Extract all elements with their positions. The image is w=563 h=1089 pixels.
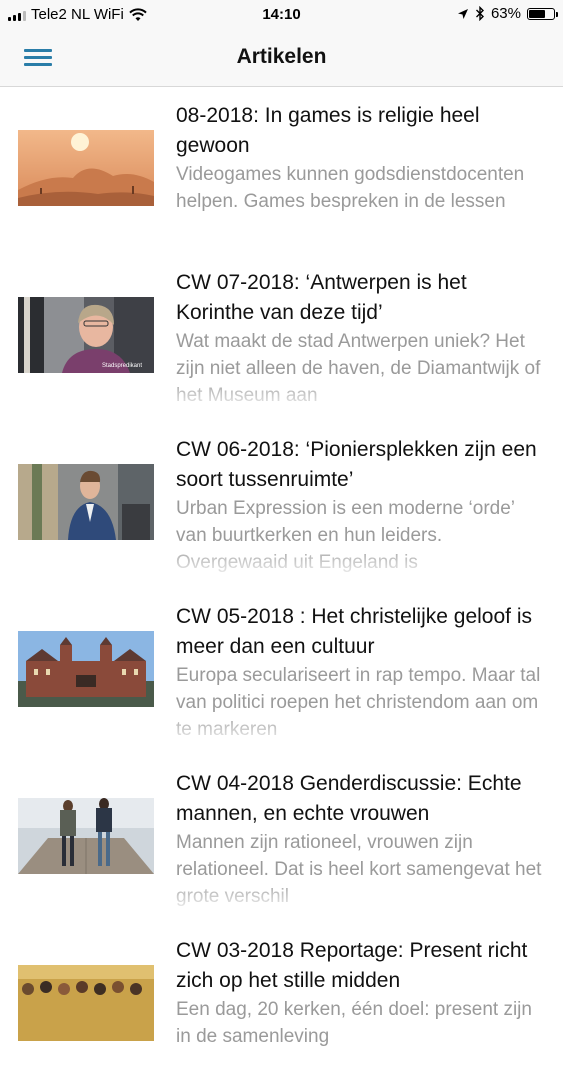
article-title: CW 07-2018: ‘Antwerpen is het Korinthe v…: [176, 271, 467, 324]
article-list: 08-2018: In games is religie heel gewoon…: [0, 87, 563, 1089]
article-text: CW 06-2018: ‘Pioniersplekken zijn een so…: [176, 435, 546, 576]
article-thumbnail: [18, 631, 154, 707]
page-title: Artikelen: [236, 45, 327, 68]
crowd-event-image: [18, 965, 154, 1041]
article-item[interactable]: Stadspredikant CW 07-2018: ‘Antwerpen is…: [0, 254, 563, 421]
article-item[interactable]: 08-2018: In games is religie heel gewoon…: [0, 87, 563, 254]
article-thumbnail: [18, 798, 154, 874]
article-text: CW 07-2018: ‘Antwerpen is het Korinthe v…: [176, 268, 546, 409]
woman-portrait-image: [18, 297, 154, 373]
man-portrait-image: [18, 464, 154, 540]
article-excerpt: Een dag, 20 kerken, één doel: present zi…: [176, 996, 546, 1077]
couple-on-pier-image: [18, 798, 154, 874]
article-title: CW 03-2018 Reportage: Present richt zich…: [176, 939, 528, 992]
article-excerpt: Wat maakt de stad Antwerpen uniek? Het z…: [176, 328, 546, 409]
bluetooth-icon: [475, 6, 484, 21]
article-excerpt: Videogames kunnen godsdienstdocenten hel…: [176, 161, 546, 242]
location-arrow-icon: [457, 8, 468, 19]
article-excerpt: Urban Expression is een moderne ‘orde’ v…: [176, 495, 546, 576]
museum-building-image: [18, 631, 154, 707]
article-thumbnail: Stadspredikant: [18, 297, 154, 373]
article-thumbnail: [18, 130, 154, 206]
article-title: CW 06-2018: ‘Pioniersplekken zijn een so…: [176, 438, 537, 491]
nav-bar: Artikelen: [0, 30, 563, 87]
article-excerpt: Europa seculariseert in rap tempo. Maar …: [176, 662, 546, 743]
article-text: CW 04-2018 Genderdiscussie: Echte mannen…: [176, 769, 546, 910]
article-text: 08-2018: In games is religie heel gewoon…: [176, 101, 546, 242]
article-text: CW 05-2018 : Het christelijke geloof is …: [176, 602, 546, 743]
status-right: 63%: [457, 5, 558, 22]
battery-icon: [527, 7, 558, 20]
battery-percent: 63%: [490, 5, 521, 22]
article-item[interactable]: CW 06-2018: ‘Pioniersplekken zijn een so…: [0, 421, 563, 588]
article-excerpt: Mannen zijn rationeel, vrouwen zijn rela…: [176, 829, 546, 910]
article-thumbnail: [18, 965, 154, 1041]
article-thumbnail: [18, 464, 154, 540]
article-title: 08-2018: In games is religie heel gewoon: [176, 104, 480, 157]
desert-landscape-image: [18, 130, 154, 206]
article-title: CW 05-2018 : Het christelijke geloof is …: [176, 605, 532, 658]
article-title: CW 04-2018 Genderdiscussie: Echte mannen…: [176, 772, 522, 825]
article-item[interactable]: CW 05-2018 : Het christelijke geloof is …: [0, 588, 563, 755]
image-caption: Stadspredikant: [102, 363, 143, 369]
status-bar: Tele2 NL WiFi 14:10 63%: [0, 0, 563, 30]
article-text: CW 03-2018 Reportage: Present richt zich…: [176, 936, 546, 1077]
article-item[interactable]: CW 03-2018 Reportage: Present richt zich…: [0, 922, 563, 1089]
article-item[interactable]: CW 04-2018 Genderdiscussie: Echte mannen…: [0, 755, 563, 922]
